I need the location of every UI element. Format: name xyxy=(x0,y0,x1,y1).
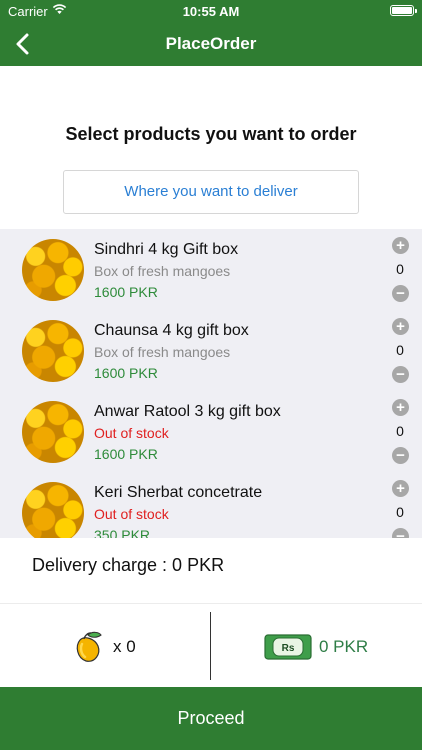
navigation-bar: PlaceOrder xyxy=(0,22,422,66)
proceed-button[interactable]: Proceed xyxy=(0,687,422,750)
svg-text:Rs: Rs xyxy=(282,643,295,654)
product-image xyxy=(22,482,84,538)
order-total: 0 PKR xyxy=(319,637,369,656)
product-image xyxy=(22,401,84,463)
quantity-value: 0 xyxy=(396,342,404,358)
product-image xyxy=(22,320,84,382)
product-row: Sindhri 4 kg Gift box Box of fresh mango… xyxy=(0,229,422,310)
mango-icon xyxy=(76,631,102,662)
stock-status: Out of stock xyxy=(94,506,169,522)
product-row: Anwar Ratool 3 kg gift box Out of stock … xyxy=(0,391,422,472)
quantity-value: 0 xyxy=(396,504,404,520)
product-image xyxy=(22,239,84,301)
summary-divider xyxy=(210,612,211,680)
stock-status: Out of stock xyxy=(94,425,169,441)
plus-circle-icon[interactable]: + xyxy=(392,399,409,416)
delivery-charge: Delivery charge : 0 PKR xyxy=(32,555,225,575)
plus-circle-icon[interactable]: + xyxy=(392,318,409,335)
minus-circle-icon[interactable]: − xyxy=(392,447,409,464)
product-name: Keri Sherbat concetrate xyxy=(94,484,263,501)
order-prompt: Select products you want to order xyxy=(65,124,357,144)
minus-circle-icon[interactable]: − xyxy=(392,528,409,538)
product-price: 1600 PKR xyxy=(94,284,158,300)
status-bar: Carrier 10:55 AM xyxy=(0,0,422,22)
battery-icon xyxy=(390,5,417,16)
product-price: 350 PKR xyxy=(94,527,151,538)
plus-circle-icon[interactable]: + xyxy=(392,480,409,497)
quantity-value: 0 xyxy=(396,261,404,277)
product-list[interactable]: Sindhri 4 kg Gift box Box of fresh mango… xyxy=(0,229,422,538)
quantity-value: 0 xyxy=(396,423,404,439)
delivery-location-button[interactable]: Where you want to deliver xyxy=(63,170,359,214)
minus-circle-icon[interactable]: − xyxy=(392,366,409,383)
rupee-note-icon: Rs xyxy=(264,634,312,660)
clock: 10:55 AM xyxy=(182,4,240,19)
minus-circle-icon[interactable]: − xyxy=(392,285,409,302)
product-description: Box of fresh mangoes xyxy=(94,263,231,279)
product-description: Box of fresh mangoes xyxy=(94,344,231,360)
product-name: Chaunsa 4 kg gift box xyxy=(94,322,249,339)
page-title: PlaceOrder xyxy=(165,34,257,53)
product-name: Sindhri 4 kg Gift box xyxy=(94,241,239,258)
product-name: Anwar Ratool 3 kg gift box xyxy=(94,403,281,420)
item-count: x 0 xyxy=(113,637,136,656)
product-price: 1600 PKR xyxy=(94,365,158,381)
product-row: Chaunsa 4 kg gift box Box of fresh mango… xyxy=(0,310,422,391)
product-row: Keri Sherbat concetrate Out of stock 350… xyxy=(0,472,422,538)
order-summary: x 0 Rs 0 PKR xyxy=(0,603,422,687)
plus-circle-icon[interactable]: + xyxy=(392,237,409,254)
product-price: 1600 PKR xyxy=(94,446,158,462)
